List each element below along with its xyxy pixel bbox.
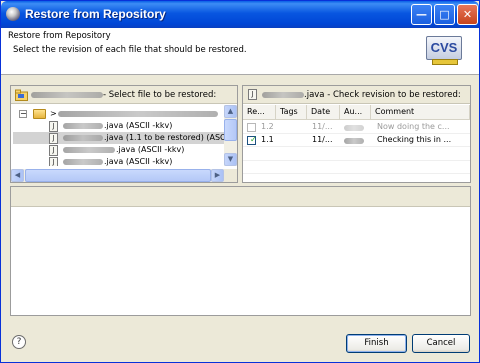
title-bar[interactable]: Restore from Repository — □ ✕ bbox=[1, 1, 479, 28]
revision-checkbox[interactable]: ✓ bbox=[247, 135, 257, 145]
redacted-filename bbox=[63, 147, 115, 153]
redacted-folder-path bbox=[58, 111, 218, 117]
file-label: .java (ASCII -kkv) bbox=[104, 121, 173, 130]
maximize-button[interactable]: □ bbox=[434, 4, 455, 25]
comment-pane-header bbox=[11, 187, 470, 207]
row-divider bbox=[243, 160, 470, 161]
project-icon bbox=[15, 89, 28, 101]
scroll-left-button[interactable]: ◀ bbox=[11, 169, 24, 182]
help-icon[interactable]: ? bbox=[12, 335, 26, 349]
tree-file-row[interactable]: J .java (ASCII -kkv) bbox=[13, 120, 225, 132]
file-label: .java (1.1 to be restored) (ASCI bbox=[104, 133, 225, 142]
redacted-filename bbox=[262, 92, 304, 98]
file-pane-title: - Select file to be restored: bbox=[103, 90, 217, 100]
revision-comment: Now doing the c... bbox=[377, 122, 450, 131]
java-file-icon: J bbox=[49, 157, 58, 166]
file-tree[interactable]: − > J .java (ASCII -kkv) J .java (1.1 to… bbox=[13, 108, 225, 166]
scroll-corner bbox=[224, 169, 237, 182]
eclipse-icon bbox=[6, 7, 20, 21]
file-selection-pane: - Select file to be restored: − > J .jav… bbox=[10, 85, 238, 183]
minimize-icon: — bbox=[416, 8, 427, 21]
revision-pane-title: .java - Check revision to be restored: bbox=[304, 90, 461, 100]
header-title: Restore from Repository bbox=[8, 31, 111, 41]
java-file-icon: J bbox=[49, 145, 58, 156]
revision-pane: J .java - Check revision to be restored:… bbox=[242, 85, 471, 183]
folder-icon bbox=[33, 109, 46, 119]
close-button[interactable]: ✕ bbox=[457, 4, 478, 25]
tree-file-row-selected[interactable]: J .java (1.1 to be restored) (ASCI bbox=[13, 132, 225, 144]
redacted-project-name bbox=[31, 92, 103, 98]
restore-dialog: Restore from Repository — □ ✕ Restore fr… bbox=[0, 0, 480, 363]
redacted-filename bbox=[63, 135, 103, 141]
file-label: .java (ASCII -kkv) bbox=[104, 157, 173, 166]
redacted-filename bbox=[63, 159, 103, 165]
minimize-button[interactable]: — bbox=[411, 4, 432, 25]
dialog-header: Restore from Repository Select the revis… bbox=[1, 28, 479, 75]
revision-tags bbox=[276, 134, 307, 147]
redacted-author bbox=[344, 138, 364, 144]
cvs-logo: CVS bbox=[426, 36, 462, 60]
revision-date: 11/... bbox=[312, 135, 333, 144]
revision-table-header: Re... Tags Date Au... Comment bbox=[243, 105, 470, 120]
vertical-scroll-thumb[interactable] bbox=[224, 119, 237, 141]
finish-button[interactable]: Finish bbox=[346, 334, 407, 353]
column-tags[interactable]: Tags bbox=[276, 105, 307, 120]
horizontal-scrollbar[interactable]: ◀ ▶ bbox=[11, 169, 237, 182]
column-comment[interactable]: Comment bbox=[371, 105, 470, 120]
column-date[interactable]: Date bbox=[307, 105, 340, 120]
column-revision[interactable]: Re... bbox=[243, 105, 276, 120]
file-pane-header: - Select file to be restored: bbox=[11, 86, 237, 104]
revision-row[interactable]: ✓ 1.1 11/... Checking this in ... bbox=[243, 134, 470, 147]
cvs-logo-base bbox=[432, 59, 458, 65]
java-file-icon: J bbox=[248, 89, 257, 100]
window-title: Restore from Repository bbox=[25, 7, 166, 21]
java-file-icon: J bbox=[49, 121, 58, 132]
revision-row[interactable]: 1.2 11/... Now doing the c... bbox=[243, 121, 470, 134]
maximize-icon: □ bbox=[439, 8, 450, 21]
row-divider bbox=[243, 173, 470, 174]
revision-date: 11/... bbox=[312, 122, 333, 131]
tree-folder-row[interactable]: − > bbox=[13, 108, 225, 120]
vertical-scrollbar[interactable]: ▲ ▼ bbox=[224, 105, 237, 166]
revision-pane-header: J .java - Check revision to be restored: bbox=[243, 86, 470, 104]
header-message: Select the revision of each file that sh… bbox=[13, 45, 247, 55]
check-icon: ✓ bbox=[250, 135, 257, 144]
redacted-filename bbox=[63, 123, 103, 129]
scroll-down-button[interactable]: ▼ bbox=[224, 153, 237, 166]
scroll-right-button[interactable]: ▶ bbox=[211, 169, 224, 182]
file-label: .java (ASCII -kkv) bbox=[116, 145, 185, 154]
comment-pane bbox=[10, 186, 471, 316]
scroll-up-button[interactable]: ▲ bbox=[224, 105, 237, 118]
close-icon: ✕ bbox=[462, 8, 473, 21]
folder-label: > bbox=[50, 109, 57, 118]
tree-file-row[interactable]: J .java (ASCII -kkv) bbox=[13, 144, 225, 156]
column-author[interactable]: Au... bbox=[340, 105, 371, 120]
collapse-icon[interactable]: − bbox=[19, 110, 27, 118]
cancel-button[interactable]: Cancel bbox=[412, 334, 470, 353]
revision-tags bbox=[276, 121, 307, 134]
revision-number: 1.2 bbox=[261, 122, 274, 131]
revision-number: 1.1 bbox=[261, 135, 274, 144]
horizontal-scroll-thumb[interactable] bbox=[25, 169, 211, 182]
redacted-author bbox=[344, 125, 364, 131]
tree-file-row[interactable]: J .java (ASCII -kkv) bbox=[13, 156, 225, 166]
revision-comment: Checking this in ... bbox=[377, 135, 452, 144]
revision-checkbox[interactable] bbox=[247, 123, 256, 132]
java-file-icon: J bbox=[49, 133, 58, 144]
